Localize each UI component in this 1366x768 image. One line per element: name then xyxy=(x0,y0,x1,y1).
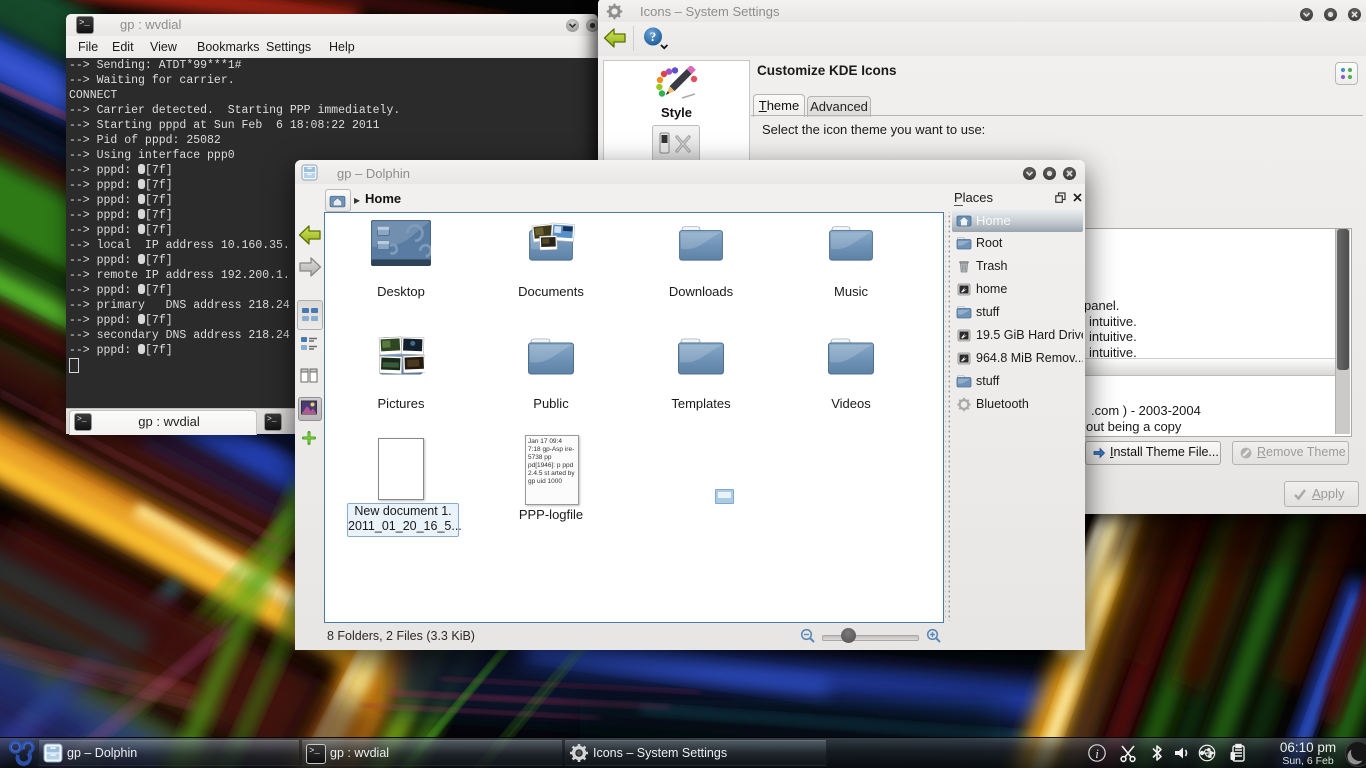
svg-text:?: ? xyxy=(650,29,657,44)
svg-text:i: i xyxy=(1095,746,1099,761)
